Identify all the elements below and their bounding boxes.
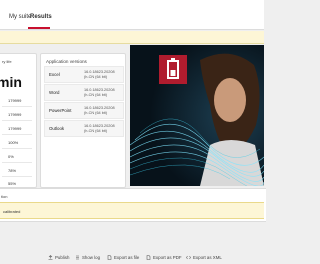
publish-button[interactable]: Publish (48, 253, 69, 261)
export-pdf-label: Export as PDF (153, 254, 182, 260)
action-footer: Publish Show log Export as file Export a… (0, 250, 264, 264)
app-version: 16.0.18623.20208 (h-CN (64 bit) (84, 88, 115, 97)
application-versions-panel: Application versions Excel 16.0.18623.20… (40, 53, 126, 188)
active-tab-indicator (28, 27, 50, 29)
publish-label: Publish (55, 254, 70, 260)
version-row: Outlook 16.0.18623.20208 (h-CN (64 bit) (44, 120, 124, 137)
tab-results[interactable]: Results (30, 14, 52, 20)
battery-stat: 55% (8, 181, 17, 186)
battery-stat: 100% (8, 140, 19, 145)
upload-icon (48, 254, 53, 260)
row-divider (2, 120, 32, 121)
xml-icon (186, 255, 191, 259)
app-version: 16.0.18623.20208 (h-CN (64 bit) (84, 124, 115, 133)
battery-logo-icon (167, 58, 179, 79)
row-divider (2, 162, 32, 163)
battery-life-title: ry life (2, 59, 12, 64)
export-file-label: Export as file (114, 254, 140, 260)
app-name: Outlook (49, 126, 65, 131)
logo (159, 55, 187, 84)
battery-stat: 78% (8, 168, 17, 173)
battery-stat: 179999 (8, 112, 22, 117)
row-divider (2, 106, 32, 107)
app-name: Excel (49, 72, 60, 77)
notification-banner (0, 31, 264, 44)
pdf-icon (146, 254, 151, 260)
row-divider (2, 134, 32, 135)
export-pdf-button[interactable]: Export as PDF (146, 253, 182, 261)
show-log-label: Show log (82, 254, 101, 260)
battery-life-panel: ry life min 179999 179999 179999 100% 0%… (0, 53, 37, 188)
hero-image (130, 45, 264, 186)
app-name: Word (49, 90, 60, 95)
show-log-button[interactable]: Show log (75, 253, 100, 261)
battery-life-value: min (0, 74, 22, 90)
app-name: PowerPoint (49, 108, 72, 113)
row-divider (2, 148, 32, 149)
app-version: 16.0.18623.20208 (h-CN (64 bit) (84, 106, 115, 115)
calibration-status: calibrated (3, 209, 21, 214)
app-version: 16.0.18623.20208 (h-CN (64 bit) (84, 70, 115, 79)
top-navigation: My suite Results (0, 0, 264, 30)
application-versions-title: Application versions (46, 59, 87, 64)
version-row: Excel 16.0.18623.20208 (h-CN (64 bit) (44, 66, 124, 83)
export-xml-label: Export as XML (193, 254, 222, 260)
version-row: Word 16.0.18623.20208 (h-CN (64 bit) (44, 84, 124, 101)
calibration-title: tion (1, 194, 8, 199)
battery-stat: 179999 (8, 98, 22, 103)
version-row: PowerPoint 16.0.18623.20208 (h-CN (64 bi… (44, 102, 124, 119)
export-xml-button[interactable]: Export as XML (186, 253, 222, 261)
tab-my-suite[interactable]: My suite (9, 14, 31, 20)
battery-stat: 179999 (8, 126, 22, 131)
hero-illustration (130, 45, 264, 186)
calibration-banner: calibrated (0, 202, 264, 219)
row-divider (2, 176, 32, 177)
file-icon (107, 254, 112, 260)
battery-stat: 0% (8, 154, 14, 159)
export-file-button[interactable]: Export as file (107, 253, 139, 261)
log-icon (76, 255, 79, 259)
